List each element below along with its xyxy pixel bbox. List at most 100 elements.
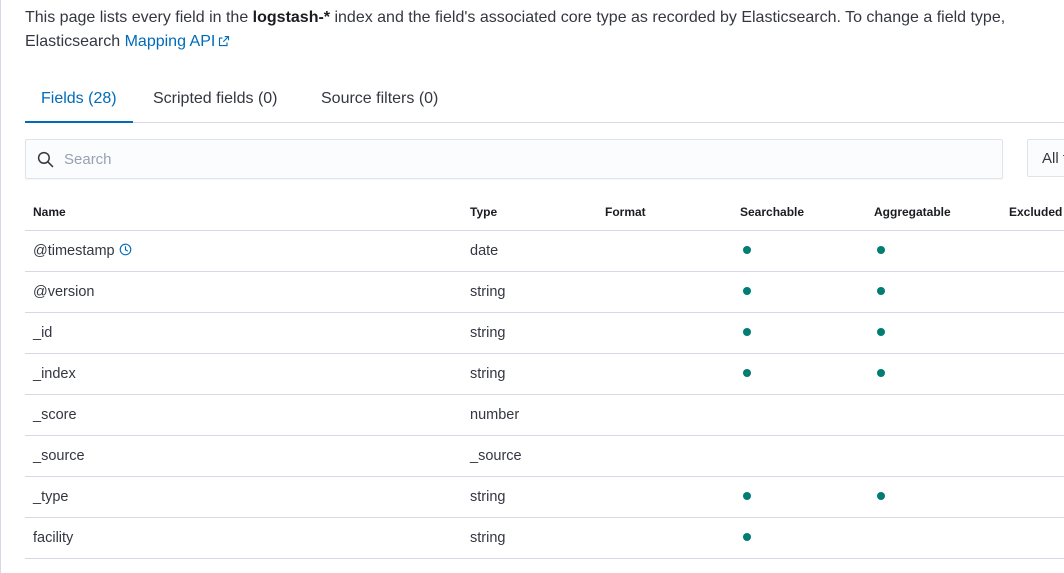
field-name: _index <box>33 366 76 382</box>
tab-fields[interactable]: Fields (28) <box>25 78 133 123</box>
field-name: @timestamp <box>33 243 115 259</box>
cell-excluded <box>1001 517 1064 559</box>
column-header-type[interactable]: Type <box>462 193 597 231</box>
description-text-after: index and the field's associated core ty… <box>330 9 1006 26</box>
cell-aggregatable <box>866 230 1001 272</box>
cell-field-type: string <box>462 353 597 395</box>
cell-field-name: facility <box>25 517 462 559</box>
table-row: _index string <box>25 353 1064 395</box>
cell-field-name: _type <box>25 476 462 518</box>
cell-field-format <box>597 435 732 477</box>
clock-icon <box>119 243 131 256</box>
cell-excluded <box>1001 353 1064 395</box>
field-type-filter[interactable]: All field types <box>1027 139 1064 177</box>
cell-aggregatable <box>866 476 1001 518</box>
column-header-name[interactable]: Name <box>25 193 462 231</box>
cell-field-type: string <box>462 517 597 559</box>
mapping-api-link[interactable]: Mapping API <box>125 33 231 50</box>
left-panel-border <box>0 0 1 573</box>
aggregatable-indicator-dot <box>877 287 885 295</box>
cell-excluded <box>1001 476 1064 518</box>
cell-searchable <box>732 394 866 436</box>
description-text-before: This page lists every field in the <box>25 9 253 26</box>
field-name: @version <box>33 284 95 300</box>
cell-field-format <box>597 394 732 436</box>
aggregatable-indicator-dot <box>877 328 885 336</box>
table-row: _type string <box>25 476 1064 518</box>
cell-field-format <box>597 230 732 272</box>
cell-field-type: string <box>462 271 597 313</box>
cell-field-format <box>597 271 732 313</box>
fields-table: Name Type Format Searchable Aggregatable… <box>25 193 1064 559</box>
search-icon <box>37 151 54 168</box>
cell-field-type: string <box>462 476 597 518</box>
table-row: @version string <box>25 271 1064 313</box>
searchable-indicator-dot <box>743 328 751 336</box>
field-search-box <box>25 139 1003 179</box>
cell-aggregatable <box>866 394 1001 436</box>
index-pattern-name: logstash-* <box>252 9 331 26</box>
cell-searchable <box>732 517 866 559</box>
field-name: facility <box>33 530 74 546</box>
cell-excluded <box>1001 312 1064 354</box>
page-description: This page lists every field in the logst… <box>25 6 1064 54</box>
table-row: facility string <box>25 517 1064 559</box>
cell-searchable <box>732 435 866 477</box>
field-name: _score <box>33 407 77 423</box>
description-line2-prefix: Elasticsearch <box>25 33 125 50</box>
cell-excluded <box>1001 230 1064 272</box>
field-name: _source <box>33 448 85 464</box>
field-name: _type <box>33 489 69 505</box>
table-row: _id string <box>25 312 1064 354</box>
index-pattern-fields-page: This page lists every field in the logst… <box>0 0 1064 573</box>
column-header-excluded[interactable]: Excluded <box>1001 193 1064 231</box>
column-header-format[interactable]: Format <box>597 193 732 231</box>
tab-scripted-fields[interactable]: Scripted fields (0) <box>153 78 278 122</box>
cell-field-name: @version <box>25 271 462 313</box>
external-link-icon <box>219 35 230 47</box>
cell-field-type: date <box>462 230 597 272</box>
cell-searchable <box>732 312 866 354</box>
cell-excluded <box>1001 394 1064 436</box>
cell-field-format <box>597 312 732 354</box>
cell-field-type: string <box>462 312 597 354</box>
table-row: _source _source <box>25 435 1064 477</box>
cell-searchable <box>732 353 866 395</box>
cell-field-name: _id <box>25 312 462 354</box>
cell-field-format <box>597 476 732 518</box>
searchable-indicator-dot <box>743 287 751 295</box>
table-header-row: Name Type Format Searchable Aggregatable… <box>25 193 1064 231</box>
cell-excluded <box>1001 271 1064 313</box>
searchable-indicator-dot <box>743 492 751 500</box>
aggregatable-indicator-dot <box>877 492 885 500</box>
mapping-api-link-label: Mapping API <box>124 33 216 50</box>
cell-field-name: _index <box>25 353 462 395</box>
cell-field-format <box>597 517 732 559</box>
cell-searchable <box>732 230 866 272</box>
cell-searchable <box>732 476 866 518</box>
searchable-indicator-dot <box>743 533 751 541</box>
cell-field-type: _source <box>462 435 597 477</box>
aggregatable-indicator-dot <box>877 369 885 377</box>
cell-aggregatable <box>866 435 1001 477</box>
tab-source-filters[interactable]: Source filters (0) <box>321 78 438 122</box>
fields-table-body: @timestamp date @version string _id string _in… <box>25 230 1064 559</box>
cell-field-type: number <box>462 394 597 436</box>
table-row: @timestamp date <box>25 230 1064 272</box>
search-input[interactable] <box>64 140 984 178</box>
column-header-searchable[interactable]: Searchable <box>732 193 866 231</box>
table-row: _score number <box>25 394 1064 436</box>
column-header-aggregatable[interactable]: Aggregatable <box>866 193 1001 231</box>
searchable-indicator-dot <box>743 246 751 254</box>
cell-aggregatable <box>866 517 1001 559</box>
searchable-indicator-dot <box>743 369 751 377</box>
cell-aggregatable <box>866 271 1001 313</box>
cell-field-format <box>597 353 732 395</box>
aggregatable-indicator-dot <box>877 246 885 254</box>
field-name: _id <box>33 325 53 341</box>
cell-field-name: _score <box>25 394 462 436</box>
cell-aggregatable <box>866 312 1001 354</box>
cell-searchable <box>732 271 866 313</box>
cell-aggregatable <box>866 353 1001 395</box>
fields-tabs: Fields (28) Scripted fields (0) Source f… <box>25 78 1064 123</box>
